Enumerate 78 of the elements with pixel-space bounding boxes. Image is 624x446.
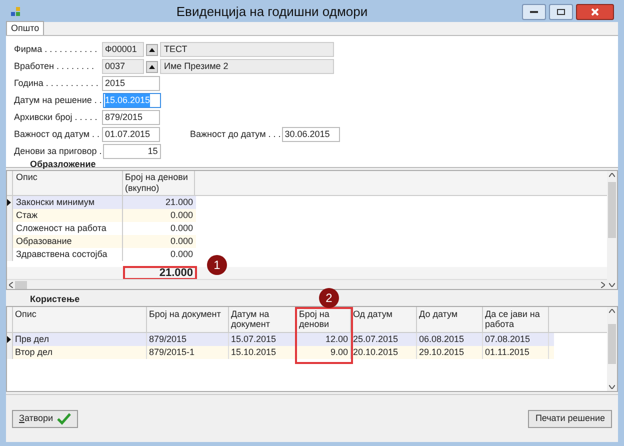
lookup-button[interactable]	[146, 60, 158, 72]
table-cell-text: 0.000	[169, 208, 194, 222]
input-field[interactable]: 30.06.2015	[282, 127, 340, 142]
row-pointer-icon	[7, 199, 11, 206]
field-label: Важност до датум . . .	[190, 128, 282, 141]
callout-marker: 1	[207, 255, 227, 275]
total-value: 21.000	[123, 266, 197, 280]
table-row[interactable]: Образование 0.000	[7, 235, 196, 248]
column-header[interactable]: До датум	[417, 307, 483, 332]
table-row[interactable]: Прв дел 879/2015 15.07.2015 12.00 25.07.2015 06.08.2015 07.08.2015	[7, 333, 554, 346]
column-header[interactable]: Број на денови (вкупно)	[123, 171, 195, 195]
column-header[interactable]: Од датум	[351, 307, 417, 332]
table-cell: Здравствена состојба	[13, 248, 123, 262]
table-cell-text: 0.000	[169, 222, 194, 235]
app-icon	[10, 6, 22, 18]
close-dialog-button[interactable]: Затвори	[12, 410, 78, 428]
input-field[interactable]: 2015	[102, 76, 160, 91]
column-header[interactable]: Број на документ	[147, 307, 229, 332]
table-cell: 20.10.2015	[351, 346, 417, 360]
scroll-right-icon[interactable]	[601, 282, 605, 288]
print-button[interactable]: Печати решение	[528, 410, 612, 428]
column-header[interactable]: Да се јави на работа	[483, 307, 549, 332]
scroll-up-icon[interactable]	[609, 309, 615, 313]
tab[interactable]: Општо	[6, 21, 44, 35]
callout-marker: 2	[319, 288, 339, 308]
table-row[interactable]: Стаж 0.000	[7, 209, 196, 222]
scroll-down-icon[interactable]	[609, 283, 615, 287]
field-label: Вработен . . . . . . . .	[14, 60, 95, 73]
checkmark-icon	[57, 412, 72, 424]
scroll-left-icon[interactable]	[9, 282, 13, 288]
input-field[interactable]: 01.07.2015	[102, 127, 160, 142]
vertical-scrollbar[interactable]	[607, 307, 617, 391]
scroll-up-icon[interactable]	[609, 173, 615, 177]
field-label: Денови за приговор .	[14, 144, 103, 158]
input-field[interactable]: 15	[102, 144, 161, 159]
table-cell: 29.10.2015	[417, 346, 483, 360]
section-title: Користење	[29, 292, 80, 306]
triangle-up-icon	[149, 64, 155, 68]
code-field[interactable]: 0037	[102, 59, 144, 74]
column-header[interactable]: Опис	[13, 171, 123, 195]
scroll-thumb[interactable]	[15, 280, 27, 288]
table-cell-text: 21.000	[164, 196, 194, 209]
field-label: Важност од датум . .	[14, 128, 101, 141]
input-field[interactable]: 879/2015	[102, 110, 160, 125]
table-cell: 879/2015-1	[147, 346, 229, 360]
table-cell: 15.10.2015	[229, 346, 297, 360]
table-cell-text: 0.000	[169, 234, 194, 248]
triangle-up-icon	[149, 48, 155, 52]
name-field: Име Презиме 2	[160, 59, 334, 74]
table-cell: Втор дел	[13, 346, 147, 360]
table-row[interactable]: Втор дел 879/2015-1 15.10.2015 9.00 20.10.2015 29.10.2015 01.11.2015	[7, 346, 554, 359]
table-row[interactable]: Законски минимум 21.000	[7, 196, 196, 209]
window-title: Евиденција на годишни одмори	[175, 3, 369, 22]
column-header[interactable]: Датум на документ	[229, 307, 297, 332]
field-label: Фирма . . . . . . . . . . .	[14, 42, 98, 56]
close-button[interactable]	[576, 4, 614, 20]
table-row[interactable]: Здравствена состојба 0.000	[7, 248, 196, 261]
table-cell: 9.00	[297, 346, 351, 360]
row-header[interactable]	[7, 333, 13, 346]
name-field: ТЕСТ	[160, 42, 334, 57]
table-cell: 01.11.2015	[483, 346, 549, 360]
code-field[interactable]: Ф00001	[102, 42, 144, 57]
table-cell-text: 0.000	[169, 248, 194, 261]
maximize-button[interactable]	[549, 4, 573, 20]
minimize-button[interactable]	[522, 4, 546, 20]
close-icon	[591, 8, 599, 16]
column-header[interactable]: Опис	[13, 307, 147, 332]
lookup-button[interactable]	[146, 44, 158, 56]
field-label: Архивски број . . . . .	[14, 110, 98, 124]
table-row[interactable]: Сложеност на работа 0.000	[7, 222, 196, 235]
section-title: Образложение	[29, 159, 97, 169]
horizontal-scrollbar[interactable]	[7, 279, 607, 289]
field-label: Година . . . . . . . . . . .	[14, 76, 100, 90]
row-header[interactable]	[7, 196, 13, 209]
row-pointer-icon	[7, 336, 11, 343]
scroll-down-icon[interactable]	[609, 385, 615, 389]
field-label: Датум на решение . .	[14, 94, 103, 107]
vertical-scrollbar[interactable]	[607, 171, 617, 289]
